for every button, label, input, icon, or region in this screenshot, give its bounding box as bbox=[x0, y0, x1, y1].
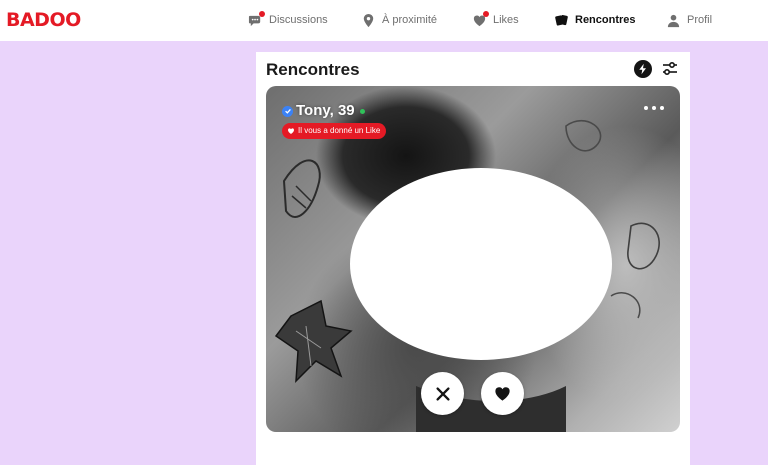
nav-item-rencontres[interactable]: Rencontres bbox=[554, 11, 636, 29]
face-redaction-oval bbox=[350, 168, 612, 360]
nav-label-likes: Likes bbox=[493, 14, 519, 26]
nav-item-discussions[interactable]: Discussions bbox=[248, 10, 328, 29]
person-icon bbox=[666, 13, 681, 28]
notification-dot bbox=[259, 10, 265, 17]
page-title: Rencontres bbox=[266, 60, 360, 79]
cards-icon bbox=[554, 13, 569, 28]
boost-button[interactable] bbox=[634, 60, 652, 78]
profile-name-age: Tony, 39 bbox=[296, 102, 355, 119]
filter-button[interactable] bbox=[661, 60, 679, 78]
location-pin-icon bbox=[361, 13, 376, 28]
pass-button[interactable] bbox=[421, 372, 464, 415]
liked-you-badge: Il vous a donné un Like bbox=[282, 123, 387, 139]
liked-you-text: Il vous a donné un Like bbox=[298, 126, 381, 135]
heart-icon bbox=[287, 128, 295, 134]
encounters-panel: Rencontres Tony, 39 Il vous a donné un L… bbox=[256, 52, 690, 465]
heart-icon bbox=[472, 10, 489, 28]
close-icon bbox=[435, 386, 450, 401]
more-dots-icon bbox=[644, 106, 648, 110]
badoo-logo[interactable]: BADOO bbox=[6, 9, 81, 31]
nav-label-proximite: À proximité bbox=[382, 14, 438, 26]
nav-label-rencontres: Rencontres bbox=[575, 14, 636, 26]
like-button[interactable] bbox=[481, 372, 524, 415]
online-status-dot bbox=[359, 108, 365, 114]
verified-check-icon bbox=[282, 105, 293, 117]
heart-icon bbox=[495, 387, 510, 401]
profile-name-row: Tony, 39 bbox=[282, 102, 365, 120]
chat-bubbles-icon bbox=[248, 10, 265, 28]
top-navigation-bar: BADOO Discussions À proximité Likes Renc… bbox=[0, 0, 768, 41]
sliders-icon bbox=[663, 61, 677, 76]
lightning-icon bbox=[639, 63, 646, 75]
nav-item-proximite[interactable]: À proximité bbox=[361, 11, 437, 29]
more-dot bbox=[660, 106, 664, 110]
nav-label-discussions: Discussions bbox=[269, 14, 328, 26]
profile-card[interactable]: Tony, 39 Il vous a donné un Like bbox=[266, 86, 680, 432]
nav-item-profil[interactable]: Profil bbox=[666, 11, 712, 29]
more-dot bbox=[652, 106, 656, 110]
nav-item-likes[interactable]: Likes bbox=[472, 10, 519, 29]
nav-label-profil: Profil bbox=[687, 14, 713, 26]
notification-dot bbox=[483, 10, 489, 17]
more-options-button[interactable] bbox=[644, 104, 664, 112]
